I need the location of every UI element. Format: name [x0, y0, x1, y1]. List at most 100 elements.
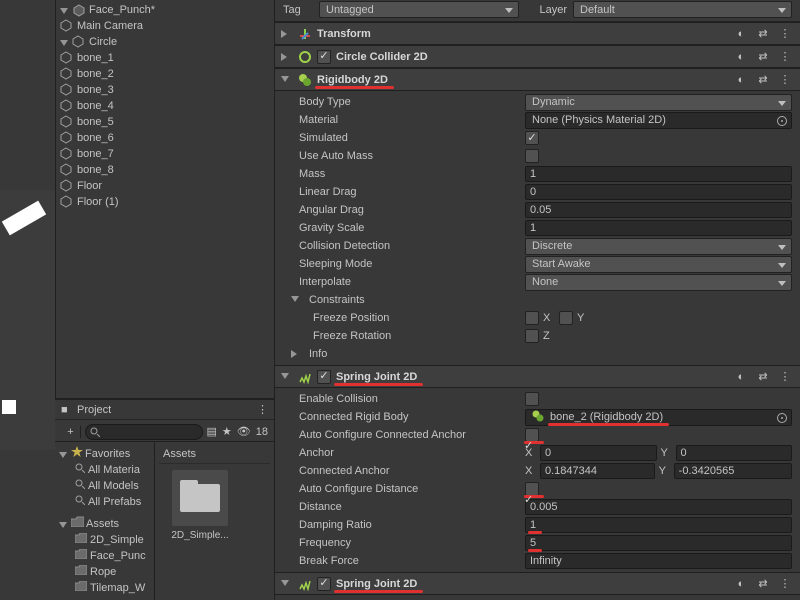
kebab-menu-icon[interactable]: ⋮	[778, 370, 792, 384]
kebab-menu-icon[interactable]: ⋮	[778, 577, 792, 591]
help-icon[interactable]: ◐	[734, 370, 748, 384]
simulated-checkbox[interactable]	[525, 131, 539, 145]
hierarchy-item-bone[interactable]: bone_5	[56, 114, 274, 130]
foldout-icon[interactable]	[281, 29, 291, 39]
object-picker-icon[interactable]	[777, 413, 787, 423]
hierarchy-item-bone[interactable]: bone_6	[56, 130, 274, 146]
anchor-y-field[interactable]: 0	[676, 445, 793, 461]
object-picker-icon[interactable]	[777, 116, 787, 126]
preset-icon[interactable]: ⇄	[756, 73, 770, 87]
component-header-spring[interactable]: Spring Joint 2D ◐ ⇄ ⋮	[275, 366, 800, 388]
favorite-filter-icon[interactable]: ★	[222, 425, 232, 438]
hierarchy-item-bone[interactable]: bone_4	[56, 98, 274, 114]
foldout-icon[interactable]	[281, 372, 291, 382]
kebab-menu-icon[interactable]: ⋮	[778, 73, 792, 87]
constraints-foldout[interactable]: Constraints	[275, 291, 800, 309]
hierarchy-item-bone[interactable]: bone_7	[56, 146, 274, 162]
add-asset-button[interactable]: +	[61, 426, 81, 438]
component-enable-checkbox[interactable]	[317, 370, 331, 384]
help-icon[interactable]: ◐	[734, 577, 748, 591]
freeze-x-checkbox[interactable]	[525, 311, 539, 325]
distance-value: 0.005	[530, 501, 558, 513]
info-foldout[interactable]: Info	[275, 345, 800, 363]
preset-icon[interactable]: ⇄	[756, 50, 770, 64]
assets-folder[interactable]: Assets	[57, 516, 152, 532]
asset-tile[interactable]: 2D_Simple...	[165, 470, 235, 541]
interpolate-dropdown[interactable]: None	[525, 274, 792, 291]
kebab-menu-icon[interactable]: ⋮	[778, 27, 792, 41]
gravity-field[interactable]: 1	[525, 220, 792, 236]
conn-anchor-y-field[interactable]: -0.3420565	[674, 463, 792, 479]
foldout-icon[interactable]	[60, 5, 70, 15]
project-folder-item[interactable]: Rope	[57, 564, 152, 580]
frequency-field[interactable]: 5	[525, 535, 792, 551]
hierarchy-item-circle[interactable]: Circle	[56, 34, 274, 50]
project-folder-item[interactable]: Face_Punc	[57, 548, 152, 564]
break-force-field[interactable]: Infinity	[525, 553, 792, 569]
favorite-search[interactable]: All Materia	[57, 462, 152, 478]
foldout-icon[interactable]	[281, 579, 291, 589]
filter-icon[interactable]: ▤	[207, 425, 217, 438]
component-header-transform[interactable]: Transform ◐ ⇄ ⋮	[275, 23, 800, 45]
distance-field[interactable]: 0.005	[525, 499, 792, 515]
layer-dropdown[interactable]: Default	[573, 1, 792, 18]
angular-drag-field[interactable]: 0.05	[525, 202, 792, 218]
linear-drag-field[interactable]: 0	[525, 184, 792, 200]
auto-anchor-checkbox[interactable]	[525, 428, 539, 442]
linearDrag-label: Linear Drag	[283, 186, 521, 198]
freeze-y-checkbox[interactable]	[559, 311, 573, 325]
auto-mass-checkbox[interactable]	[525, 149, 539, 163]
freeze-z-checkbox[interactable]	[525, 329, 539, 343]
collision-detection-dropdown[interactable]: Discrete	[525, 238, 792, 255]
preset-icon[interactable]: ⇄	[756, 27, 770, 41]
help-icon[interactable]: ◐	[734, 27, 748, 41]
body-type-dropdown[interactable]: Dynamic	[525, 94, 792, 111]
help-icon[interactable]: ◐	[734, 50, 748, 64]
foldout-icon[interactable]	[281, 52, 291, 62]
hierarchy-item-bone[interactable]: bone_3	[56, 82, 274, 98]
foldout-icon[interactable]	[291, 295, 301, 305]
enable-collision-checkbox[interactable]	[525, 392, 539, 406]
component-header-spring-2[interactable]: Spring Joint 2D ◐ ⇄ ⋮	[275, 573, 800, 595]
project-breadcrumb[interactable]: Assets	[159, 446, 270, 464]
mass-field[interactable]: 1	[525, 166, 792, 182]
preset-icon[interactable]: ⇄	[756, 577, 770, 591]
foldout-icon[interactable]	[59, 449, 69, 459]
sleep-mode-dropdown[interactable]: Start Awake	[525, 256, 792, 273]
preset-icon[interactable]: ⇄	[756, 370, 770, 384]
help-icon[interactable]: ◐	[734, 73, 748, 87]
project-search-input[interactable]	[85, 424, 203, 440]
conn-anchor-x-field[interactable]: 0.1847344	[540, 463, 655, 479]
favorite-search[interactable]: All Models	[57, 478, 152, 494]
hierarchy-item-bone[interactable]: bone_2	[56, 66, 274, 82]
component-enable-checkbox[interactable]	[317, 50, 331, 64]
kebab-menu-icon[interactable]: ⋮	[778, 50, 792, 64]
hierarchy-item-floor[interactable]: Floor	[56, 178, 274, 194]
hierarchy-panel: Face_Punch* Main Camera Circle bone_1 bo…	[55, 0, 274, 398]
tag-dropdown[interactable]: Untagged	[319, 1, 519, 18]
component-header-collider[interactable]: Circle Collider 2D ◐ ⇄ ⋮	[275, 46, 800, 68]
foldout-icon[interactable]	[59, 519, 69, 529]
component-enable-checkbox[interactable]	[317, 577, 331, 591]
project-folder-item[interactable]: Tilemap_W	[57, 580, 152, 596]
hierarchy-item-floor[interactable]: Floor (1)	[56, 194, 274, 210]
auto-distance-checkbox[interactable]	[525, 482, 539, 496]
enableCollision-label: Enable Collision	[283, 393, 521, 405]
anchor-x-field[interactable]: 0	[540, 445, 657, 461]
hierarchy-item-camera[interactable]: Main Camera	[56, 18, 274, 34]
connected-rigidbody-field[interactable]: bone_2 (Rigidbody 2D)	[525, 409, 792, 426]
favorite-search[interactable]: All Prefabs	[57, 494, 152, 510]
damping-field[interactable]: 1	[525, 517, 792, 533]
hierarchy-item-bone[interactable]: bone_8	[56, 162, 274, 178]
project-folder-item[interactable]: 2D_Simple	[57, 532, 152, 548]
panel-menu-icon[interactable]: ⋮	[257, 403, 268, 416]
component-header-rigidbody[interactable]: Rigidbody 2D ◐ ⇄ ⋮	[275, 69, 800, 91]
hierarchy-scene-root[interactable]: Face_Punch*	[56, 2, 274, 18]
foldout-icon[interactable]	[60, 37, 70, 47]
hierarchy-item-bone[interactable]: bone_1	[56, 50, 274, 66]
material-field[interactable]: None (Physics Material 2D)	[525, 112, 792, 129]
favorites-folder[interactable]: Favorites	[57, 446, 152, 462]
visibility-icon[interactable]: 👁	[237, 425, 251, 438]
foldout-icon[interactable]	[291, 349, 301, 359]
foldout-icon[interactable]	[281, 75, 291, 85]
